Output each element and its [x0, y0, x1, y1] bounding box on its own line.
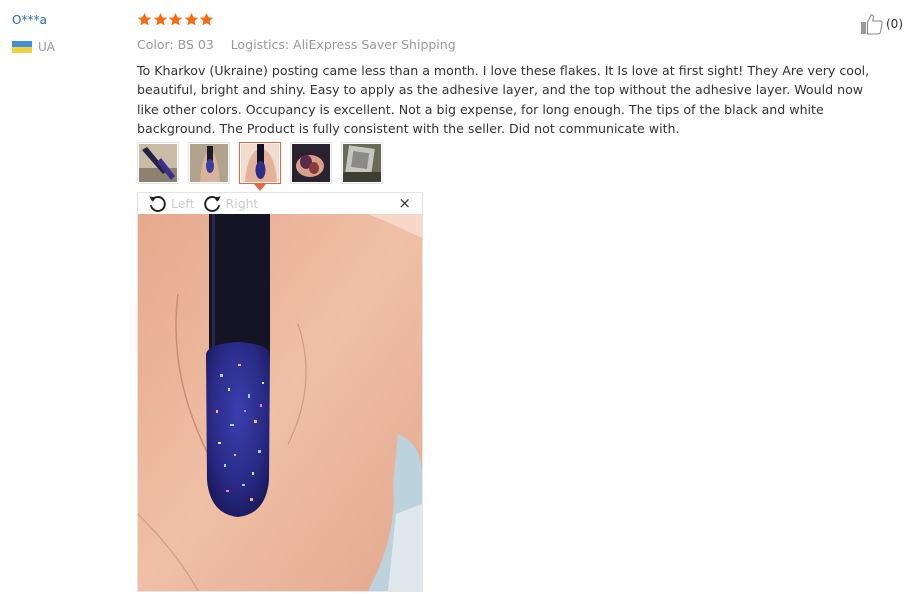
rotate-left-button[interactable]: Left: [147, 193, 195, 214]
star-rating: [137, 12, 215, 27]
logistics-info: Logistics: AliExpress Saver Shipping: [230, 37, 456, 52]
photo-thumbnail-image: [139, 144, 177, 182]
photo-thumbnail-image: [343, 144, 381, 182]
photo-thumbnail-image: [241, 144, 279, 182]
rotate-right-icon: [203, 196, 221, 212]
photo-thumbnail[interactable]: [341, 142, 383, 184]
star-icon: [137, 12, 152, 26]
thumbs-up-icon: [861, 14, 883, 35]
photo-thumbnail-image: [190, 144, 228, 182]
review-text: To Kharkov (Ukraine) posting came less t…: [137, 63, 870, 137]
reviewer-name[interactable]: O***a: [12, 13, 47, 27]
rotate-left-icon: [149, 196, 166, 212]
photo-thumbnail[interactable]: [290, 142, 332, 184]
rotate-left-label: Left: [171, 196, 195, 211]
helpful-button[interactable]: (0): [860, 13, 903, 35]
close-viewer-button[interactable]: ×: [398, 196, 411, 211]
ukraine-flag-icon: [12, 41, 32, 53]
order-meta: Color: BS 03 Logistics: AliExpress Saver…: [137, 37, 456, 52]
photo-viewer: Left Right ×: [137, 192, 423, 592]
star-icon: [199, 12, 214, 26]
viewer-toolbar: Left Right ×: [138, 193, 422, 214]
photo-thumbnails: [137, 142, 392, 191]
rotate-right-button[interactable]: Right: [202, 193, 259, 214]
photo-thumbnail[interactable]: [188, 142, 230, 184]
star-icon: [153, 12, 167, 26]
reviewer-country: UA: [12, 40, 55, 54]
photo-thumbnail[interactable]: [137, 142, 179, 184]
star-icon: [168, 12, 183, 26]
photo-thumbnail-image: [292, 144, 330, 182]
star-icon: [184, 12, 198, 26]
helpful-count: (0): [886, 17, 903, 31]
photo-thumbnail-active[interactable]: [239, 142, 281, 191]
color-info: Color: BS 03: [137, 37, 214, 52]
review-photo-large: [138, 214, 422, 591]
rotate-right-label: Right: [225, 196, 259, 211]
country-code: UA: [38, 40, 55, 54]
